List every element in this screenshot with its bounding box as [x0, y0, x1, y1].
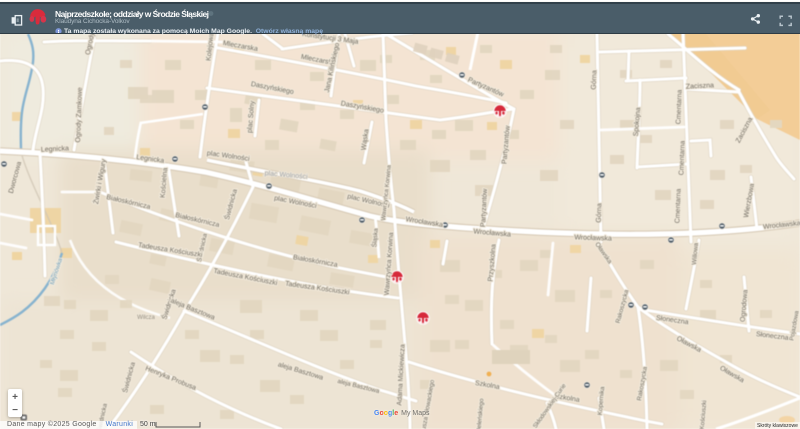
svg-text:Cmentarna: Cmentarna	[674, 188, 682, 223]
svg-text:Górna: Górna	[591, 70, 599, 90]
svg-text:Wrocławska: Wrocławska	[574, 234, 612, 242]
svg-text:Legnicka: Legnicka	[41, 145, 69, 153]
svg-text:Zaciszna: Zaciszna	[686, 82, 714, 90]
svg-text:Cmentarna: Cmentarna	[678, 140, 686, 175]
svg-text:Górna: Górna	[596, 203, 604, 223]
svg-text:Cmentarna: Cmentarna	[675, 89, 683, 124]
svg-text:Wilcza: Wilcza	[137, 315, 155, 321]
